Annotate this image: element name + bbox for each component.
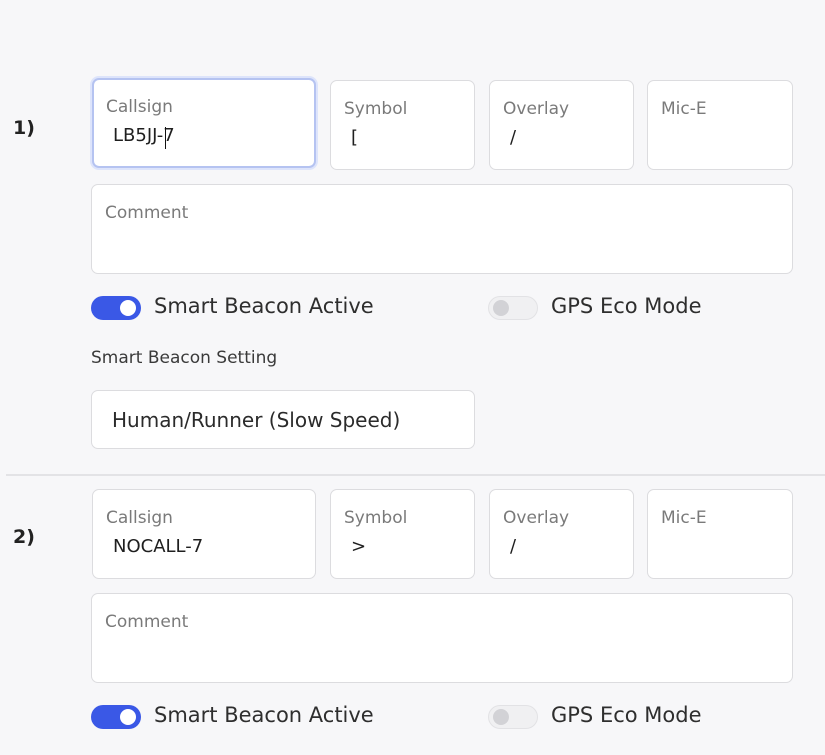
toggle-knob — [493, 709, 509, 725]
beacon-1-section: 1) Callsign Symbol Overlay Mic-E Comment… — [0, 0, 825, 474]
gps-eco-toggle[interactable] — [488, 296, 538, 320]
smart-beacon-toggle[interactable] — [91, 296, 141, 320]
symbol-field[interactable]: Symbol — [330, 80, 475, 170]
smart-beacon-setting-select[interactable]: Human/Runner (Slow Speed) — [91, 390, 475, 449]
mic-e-field[interactable]: Mic-E — [647, 489, 793, 579]
callsign-input[interactable] — [113, 536, 293, 557]
smart-beacon-label: Smart Beacon Active — [154, 703, 374, 727]
comment-label: Comment — [105, 203, 189, 223]
mic-e-label: Mic-E — [661, 508, 707, 528]
smart-beacon-setting-value: Human/Runner (Slow Speed) — [112, 408, 401, 432]
gps-eco-toggle[interactable] — [488, 705, 538, 729]
comment-input[interactable] — [112, 231, 772, 252]
overlay-field[interactable]: Overlay — [489, 80, 634, 170]
overlay-input[interactable] — [510, 127, 620, 148]
beacon-2-section: 2) Callsign Symbol Overlay Mic-E Comment… — [0, 476, 825, 755]
beacon-index-label: 1) — [13, 117, 35, 139]
text-caret — [165, 127, 166, 149]
callsign-field[interactable]: Callsign — [92, 78, 316, 168]
comment-label: Comment — [105, 612, 189, 632]
mic-e-input[interactable] — [668, 536, 778, 557]
smart-beacon-label: Smart Beacon Active — [154, 294, 374, 318]
callsign-input[interactable] — [113, 125, 293, 146]
overlay-label: Overlay — [503, 508, 570, 528]
gps-eco-label: GPS Eco Mode — [551, 703, 702, 727]
overlay-field[interactable]: Overlay — [489, 489, 634, 579]
symbol-input[interactable] — [351, 536, 461, 557]
beacon-index-label: 2) — [13, 526, 35, 548]
gps-eco-label: GPS Eco Mode — [551, 294, 702, 318]
overlay-label: Overlay — [503, 99, 570, 119]
symbol-label: Symbol — [344, 508, 408, 528]
toggle-knob — [120, 300, 136, 316]
comment-field[interactable]: Comment — [91, 184, 793, 274]
callsign-label: Callsign — [106, 97, 173, 117]
toggle-knob — [493, 300, 509, 316]
callsign-label: Callsign — [106, 508, 173, 528]
comment-field[interactable]: Comment — [91, 593, 793, 683]
toggle-knob — [120, 709, 136, 725]
mic-e-label: Mic-E — [661, 99, 707, 119]
overlay-input[interactable] — [510, 536, 620, 557]
comment-input[interactable] — [112, 640, 772, 661]
mic-e-input[interactable] — [668, 127, 778, 148]
smart-beacon-setting-label: Smart Beacon Setting — [91, 348, 278, 368]
symbol-field[interactable]: Symbol — [330, 489, 475, 579]
smart-beacon-toggle[interactable] — [91, 705, 141, 729]
symbol-input[interactable] — [351, 127, 461, 148]
callsign-field[interactable]: Callsign — [92, 489, 316, 579]
beacon-settings-page: 1) Callsign Symbol Overlay Mic-E Comment… — [0, 0, 825, 755]
symbol-label: Symbol — [344, 99, 408, 119]
mic-e-field[interactable]: Mic-E — [647, 80, 793, 170]
